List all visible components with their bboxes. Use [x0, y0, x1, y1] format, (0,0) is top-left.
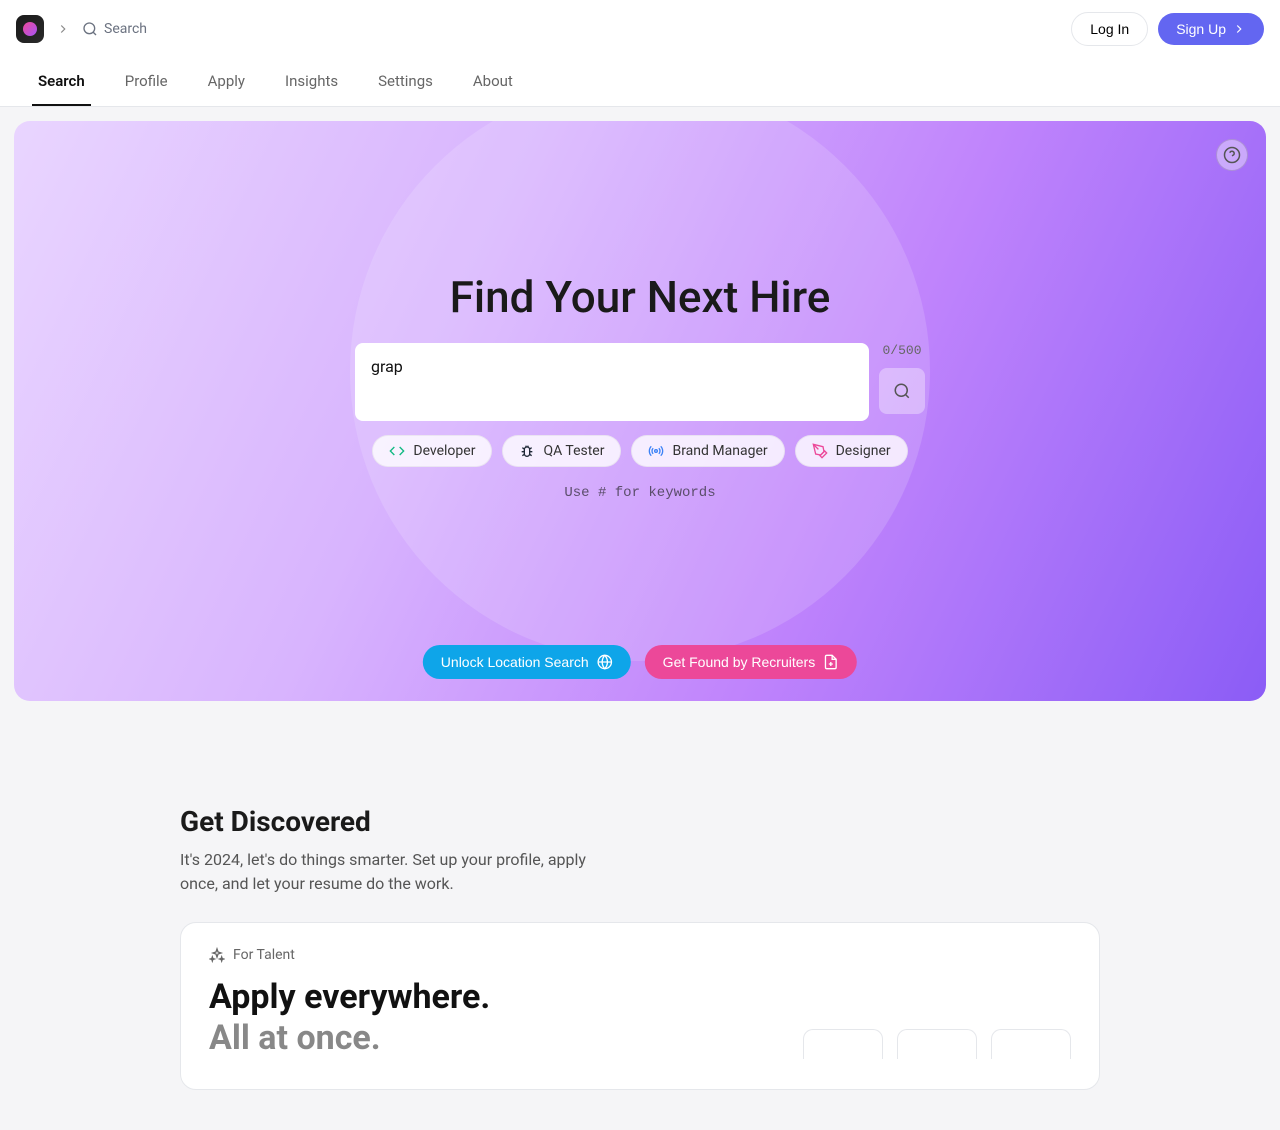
chevron-right-icon: [56, 22, 70, 36]
top-actions: Log In Sign Up: [1071, 12, 1264, 46]
search-icon: [893, 382, 911, 400]
card-placeholders: [803, 1029, 1071, 1059]
discover-section: Get Discovered It's 2024, let's do thing…: [0, 715, 1280, 1130]
hero: Find Your Next Hire grap 0/500 Developer…: [14, 121, 1266, 701]
file-plus-icon: [823, 654, 839, 670]
tab-about[interactable]: About: [467, 58, 519, 106]
unlock-location-button[interactable]: Unlock Location Search: [423, 645, 631, 679]
get-found-button[interactable]: Get Found by Recruiters: [645, 645, 858, 679]
chip-developer[interactable]: Developer: [372, 435, 492, 467]
hero-cta-row: Unlock Location Search Get Found by Recr…: [423, 645, 857, 679]
top-search-label: Search: [104, 21, 147, 37]
help-button[interactable]: [1216, 139, 1248, 171]
headline-line1: Apply everywhere.: [209, 977, 490, 1018]
search-meta: 0/500: [879, 343, 925, 414]
cta-label: Get Found by Recruiters: [663, 654, 816, 670]
section-title: Get Discovered: [180, 805, 1100, 838]
tab-apply[interactable]: Apply: [202, 58, 251, 106]
hero-hint: Use # for keywords: [564, 485, 715, 501]
card-tag-label: For Talent: [233, 947, 295, 963]
bug-icon: [519, 443, 535, 459]
suggestion-chips: Developer QA Tester Brand Manager Design…: [372, 435, 907, 467]
placeholder-box: [897, 1029, 977, 1059]
tab-search[interactable]: Search: [32, 58, 91, 106]
search-input[interactable]: grap: [355, 343, 869, 421]
broadcast-icon: [648, 443, 664, 459]
search-icon: [82, 21, 98, 37]
section-subtitle: It's 2024, let's do things smarter. Set …: [180, 848, 620, 896]
pen-icon: [812, 443, 828, 459]
top-search[interactable]: Search: [82, 21, 1059, 37]
signup-label: Sign Up: [1176, 21, 1226, 37]
card-tag: For Talent: [209, 947, 1071, 963]
top-bar: Search Log In Sign Up: [0, 0, 1280, 58]
hero-title: Find Your Next Hire: [450, 271, 831, 323]
chip-label: QA Tester: [543, 443, 604, 459]
talent-card: For Talent Apply everywhere. All at once…: [180, 922, 1100, 1090]
code-icon: [389, 443, 405, 459]
search-row: grap 0/500: [355, 343, 925, 421]
char-count: 0/500: [882, 343, 921, 358]
logo[interactable]: [16, 15, 44, 43]
chevron-right-icon: [1232, 22, 1246, 36]
login-button[interactable]: Log In: [1071, 12, 1148, 46]
sparkles-icon: [209, 947, 225, 963]
cta-label: Unlock Location Search: [441, 654, 589, 670]
tab-settings[interactable]: Settings: [372, 58, 439, 106]
chip-label: Brand Manager: [672, 443, 767, 459]
tab-insights[interactable]: Insights: [279, 58, 344, 106]
signup-button[interactable]: Sign Up: [1158, 13, 1264, 45]
chip-designer[interactable]: Designer: [795, 435, 908, 467]
nav-tabs: Search Profile Apply Insights Settings A…: [0, 58, 1280, 107]
placeholder-box: [991, 1029, 1071, 1059]
search-submit-button[interactable]: [879, 368, 925, 414]
chip-label: Designer: [836, 443, 891, 459]
chip-qa-tester[interactable]: QA Tester: [502, 435, 621, 467]
globe-icon: [597, 654, 613, 670]
chip-brand-manager[interactable]: Brand Manager: [631, 435, 784, 467]
card-headline: Apply everywhere. All at once.: [209, 977, 490, 1059]
help-icon: [1223, 146, 1241, 164]
card-body: Apply everywhere. All at once.: [209, 977, 1071, 1059]
tab-profile[interactable]: Profile: [119, 58, 174, 106]
chip-label: Developer: [413, 443, 475, 459]
placeholder-box: [803, 1029, 883, 1059]
